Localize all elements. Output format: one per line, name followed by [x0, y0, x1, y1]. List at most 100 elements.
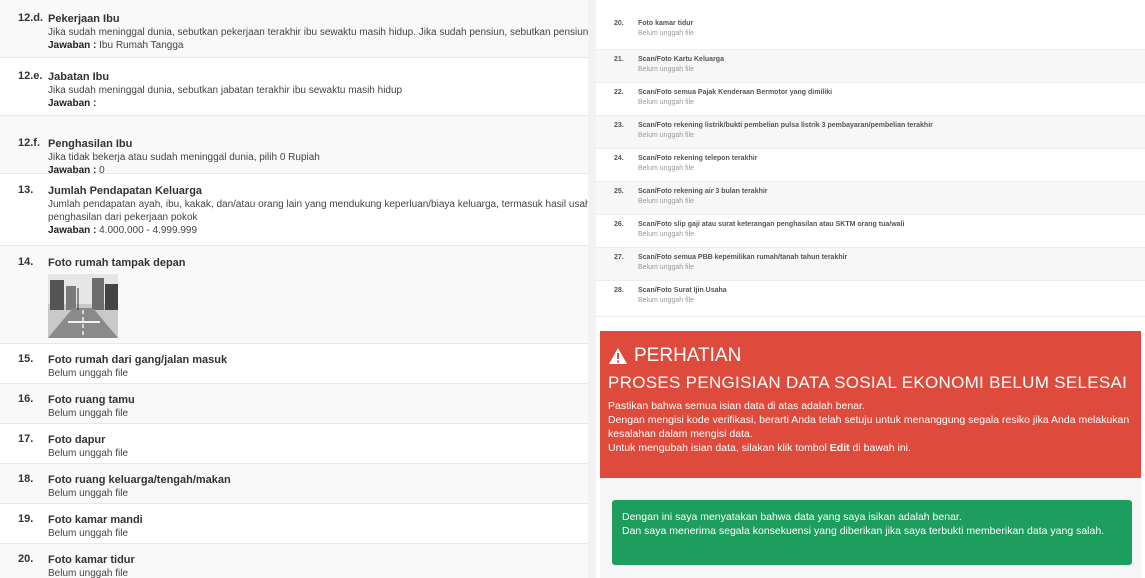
warning-alert: PERHATIAN PROSES PENGISIAN DATA SOSIAL E… — [600, 331, 1141, 478]
left-panel: 12.d. Pekerjaan Ibu Jika sudah meninggal… — [0, 0, 588, 578]
question-number: 20. — [18, 553, 34, 565]
question-number: 12.e. — [18, 70, 43, 82]
answer-label: Jawaban : — [48, 98, 97, 109]
street-photo-image — [48, 274, 118, 338]
question-title: Foto dapur — [48, 434, 106, 446]
upload-status: Belum unggah file — [638, 297, 695, 304]
question-row: 12.e. Jabatan Ibu Jika sudah meninggal d… — [0, 58, 588, 116]
upload-number: 20. — [614, 20, 624, 27]
upload-status: Belum unggah file — [638, 99, 695, 106]
upload-title: Foto kamar tidur — [638, 20, 694, 27]
alert-line-text: di bawah ini. — [849, 442, 911, 454]
alert-heading-text: PERHATIAN — [634, 345, 742, 366]
confirmation-box: Dengan ini saya menyatakan bahwa data ya… — [612, 500, 1132, 565]
upload-row: 26. Scan/Foto slip gaji atau surat keter… — [596, 215, 1145, 248]
answer-line: Jawaban : — [48, 97, 588, 110]
upload-status: Belum unggah file — [638, 198, 695, 205]
upload-row: 28. Scan/Foto Surat Ijin Usaha Belum ung… — [596, 281, 1145, 317]
upload-title: Scan/Foto semua Pajak Kenderaan Bermotor… — [638, 89, 833, 96]
alert-body: Pastikan bahwa semua isian data di atas … — [608, 399, 1131, 455]
house-front-photo-thumbnail[interactable] — [48, 274, 118, 338]
upload-title: Scan/Foto Kartu Keluarga — [638, 56, 724, 63]
right-panel: 20. Foto kamar tidur Belum unggah file 2… — [596, 0, 1145, 578]
upload-status: Belum unggah file — [48, 568, 129, 578]
question-description-cont: penghasilan dari pekerjaan pokok — [48, 212, 198, 223]
upload-number: 27. — [614, 254, 624, 261]
upload-number: 24. — [614, 155, 624, 162]
upload-title: Scan/Foto Surat Ijin Usaha — [638, 287, 727, 294]
question-title: Foto ruang keluarga/tengah/makan — [48, 474, 231, 486]
question-row: 13. Jumlah Pendapatan Keluarga Jumlah pe… — [0, 174, 588, 246]
question-title: Jabatan Ibu — [48, 71, 110, 83]
question-title: Jumlah Pendapatan Keluarga — [48, 185, 203, 197]
upload-row: 22. Scan/Foto semua Pajak Kenderaan Berm… — [596, 83, 1145, 116]
answer-label: Jawaban : — [48, 40, 97, 51]
upload-status: Belum unggah file — [48, 408, 129, 419]
upload-status: Belum unggah file — [48, 448, 129, 459]
upload-title: Scan/Foto rekening listrik/bukti pembeli… — [638, 122, 933, 129]
question-row: 15. Foto rumah dari gang/jalan masuk Bel… — [0, 344, 588, 384]
question-title: Foto rumah dari gang/jalan masuk — [48, 354, 228, 366]
panel-divider — [588, 0, 596, 578]
question-row: 14. Foto rumah tampak depan — [0, 246, 588, 344]
upload-status: Belum unggah file — [638, 264, 695, 271]
upload-status: Belum unggah file — [638, 30, 695, 37]
upload-status: Belum unggah file — [48, 368, 129, 379]
upload-title: Scan/Foto semua PBB kepemilikan rumah/ta… — [638, 254, 848, 261]
alert-line: Dengan mengisi kode verifikasi, berarti … — [608, 414, 1130, 440]
question-number: 15. — [18, 353, 34, 365]
alert-line: Pastikan bahwa semua isian data di atas … — [608, 400, 865, 412]
question-number: 18. — [18, 473, 34, 485]
question-number: 16. — [18, 393, 34, 405]
confirm-line: Dan saya menerima segala konsekuensi yan… — [622, 525, 1105, 537]
answer-line: Jawaban : Ibu Rumah Tangga — [48, 39, 588, 52]
upload-row: 24. Scan/Foto rekening telepon terakhir … — [596, 149, 1145, 182]
question-row: 12.f. Penghasilan Ibu Jika tidak bekerja… — [0, 116, 588, 176]
warning-triangle-icon — [609, 348, 627, 364]
question-title: Pekerjaan Ibu — [48, 13, 120, 25]
upload-status: Belum unggah file — [638, 132, 695, 139]
question-description: Jika sudah meninggal dunia, sebutkan jab… — [48, 85, 403, 96]
upload-status: Belum unggah file — [638, 66, 695, 73]
question-row: 20. Foto kamar tidur Belum unggah file — [0, 544, 588, 578]
question-description: Jika tidak bekerja atau sudah meninggal … — [48, 152, 320, 163]
question-row: 16. Foto ruang tamu Belum unggah file — [0, 384, 588, 424]
upload-title: Scan/Foto rekening telepon terakhir — [638, 155, 758, 162]
upload-status: Belum unggah file — [638, 231, 695, 238]
question-number: 12.f. — [18, 137, 41, 149]
answer-line: Jawaban : 4.000.000 - 4.999.999 — [48, 224, 588, 237]
question-number: 14. — [18, 256, 34, 268]
question-row: 12.d. Pekerjaan Ibu Jika sudah meninggal… — [0, 0, 588, 58]
question-description: Jika sudah meninggal dunia, sebutkan pek… — [48, 27, 588, 38]
edit-keyword: Edit — [829, 442, 850, 454]
upload-number: 28. — [614, 287, 624, 294]
question-row: 19. Foto kamar mandi Belum unggah file — [0, 504, 588, 544]
question-title: Foto rumah tampak depan — [48, 257, 186, 269]
answer-label: Jawaban : — [48, 225, 97, 236]
question-title: Foto kamar mandi — [48, 514, 143, 526]
upload-title: Scan/Foto rekening air 3 bulan terakhir — [638, 188, 768, 195]
question-number: 17. — [18, 433, 34, 445]
alert-line-text: Untuk mengubah isian data, silakan klik … — [608, 442, 830, 454]
upload-status: Belum unggah file — [638, 165, 695, 172]
question-number: 13. — [18, 184, 34, 196]
question-row: 17. Foto dapur Belum unggah file — [0, 424, 588, 464]
question-number: 19. — [18, 513, 34, 525]
upload-row: 20. Foto kamar tidur Belum unggah file — [596, 14, 1145, 50]
alert-subheading: PROSES PENGISIAN DATA SOSIAL EKONOMI BEL… — [608, 373, 1128, 392]
upload-status: Belum unggah file — [48, 528, 129, 539]
alert-line: Untuk mengubah isian data, silakan klik … — [608, 441, 1131, 455]
upload-status: Belum unggah file — [48, 488, 129, 499]
upload-number: 21. — [614, 56, 624, 63]
question-title: Penghasilan Ibu — [48, 138, 133, 150]
question-title: Foto ruang tamu — [48, 394, 135, 406]
question-description: Jumlah pendapatan ayah, ibu, kakak, dan/… — [48, 199, 588, 210]
alert-heading: PERHATIAN — [608, 345, 1131, 367]
answer-value: 4.000.000 - 4.999.999 — [99, 225, 198, 236]
upload-row: 27. Scan/Foto semua PBB kepemilikan ruma… — [596, 248, 1145, 281]
upload-number: 23. — [614, 122, 624, 129]
upload-number: 26. — [614, 221, 624, 228]
upload-row: 25. Scan/Foto rekening air 3 bulan terak… — [596, 182, 1145, 215]
upload-row: 23. Scan/Foto rekening listrik/bukti pem… — [596, 116, 1145, 149]
question-number: 12.d. — [18, 12, 44, 24]
